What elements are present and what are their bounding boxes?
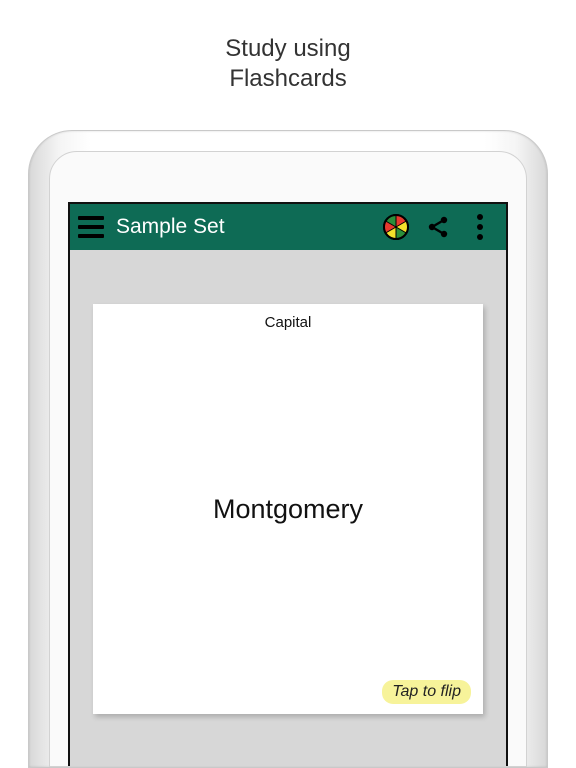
promo-line-2: Flashcards	[229, 65, 346, 92]
card-answer: Montgomery	[93, 304, 483, 714]
app-screen: Sample Set	[68, 202, 508, 766]
flip-hint: Tap to flip	[382, 680, 471, 704]
flashcard[interactable]: Capital Montgomery Tap to flip	[93, 304, 483, 714]
color-wheel-icon[interactable]	[382, 213, 410, 241]
menu-icon[interactable]	[74, 210, 108, 244]
card-area: Capital Montgomery Tap to flip	[70, 250, 506, 766]
share-icon[interactable]	[424, 213, 452, 241]
tablet-inner: Sample Set	[49, 151, 527, 767]
page-title: Sample Set	[116, 215, 225, 239]
app-header: Sample Set	[70, 204, 506, 250]
more-icon[interactable]	[466, 213, 494, 241]
header-actions	[382, 213, 498, 241]
promo-line-1: Study using	[225, 35, 350, 62]
tablet-frame: Sample Set	[28, 130, 548, 768]
promo-heading: Study using Flashcards	[0, 0, 576, 94]
